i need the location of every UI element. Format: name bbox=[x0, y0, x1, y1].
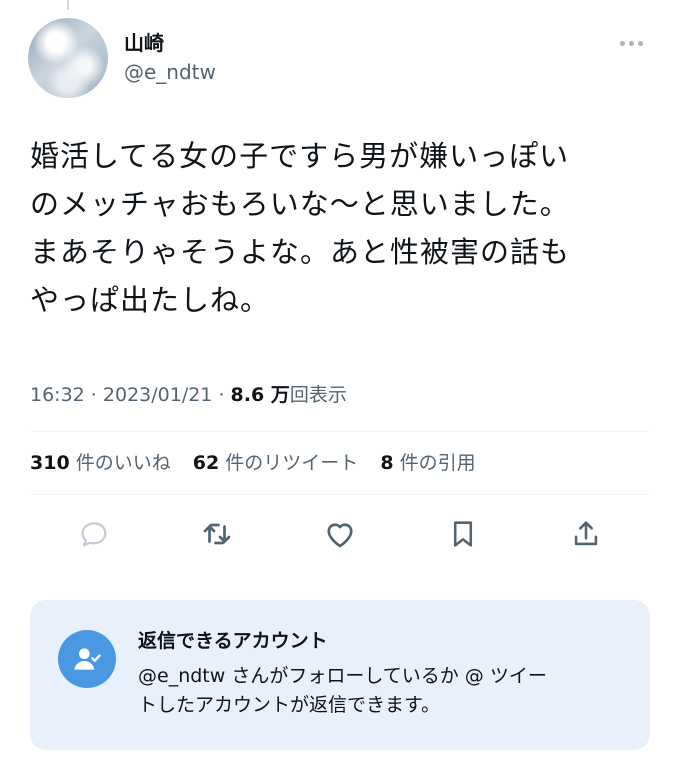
retweets-count: 62 bbox=[192, 452, 220, 474]
bookmark-icon[interactable] bbox=[441, 512, 485, 556]
notice-body-line: @e_ndtw さんがフォローしているか @ ツイー bbox=[138, 665, 547, 687]
more-dot bbox=[629, 40, 634, 46]
tweet-line: のメッチャおもろいな〜と思いました。 bbox=[30, 187, 570, 221]
more-dot bbox=[620, 40, 625, 46]
tweet-meta: 16:32 · 2023/01/21 · 8.6 万回表示 bbox=[30, 382, 347, 408]
display-name[interactable]: 山崎 bbox=[124, 31, 164, 55]
divider bbox=[30, 431, 650, 432]
avatar[interactable] bbox=[28, 18, 108, 98]
user-handle[interactable]: @e_ndtw bbox=[124, 60, 216, 84]
notice-body-line: トしたアカウントが返信できます。 bbox=[138, 694, 441, 716]
tweet-line: 婚活してる女の子ですら男が嫌いっぽい bbox=[30, 139, 570, 173]
notice-title: 返信できるアカウント bbox=[138, 630, 328, 652]
views-label: 回表示 bbox=[289, 384, 347, 406]
tweet-text: 婚活してる女の子ですら男が嫌いっぽい のメッチャおもろいな〜と思いました。 まあ… bbox=[30, 132, 665, 324]
more-dots-icon[interactable] bbox=[620, 34, 650, 52]
tweet-time[interactable]: 16:32 bbox=[30, 384, 85, 406]
retweet-icon[interactable] bbox=[195, 512, 239, 556]
heart-icon[interactable] bbox=[318, 512, 362, 556]
tweet-date[interactable]: 2023/01/21 bbox=[103, 384, 213, 406]
action-bar bbox=[30, 512, 650, 556]
divider bbox=[30, 494, 650, 495]
tweet-line: まあそりゃそうよな。あと性被害の話も bbox=[30, 235, 571, 269]
reply-restriction-notice: 返信できるアカウント @e_ndtw さんがフォローしているか @ ツイー トし… bbox=[30, 600, 650, 750]
share-icon[interactable] bbox=[564, 512, 608, 556]
likes-stat[interactable]: 310 件のいいね bbox=[30, 452, 171, 474]
quotes-stat[interactable]: 8 件の引用 bbox=[380, 452, 475, 474]
quotes-count: 8 bbox=[380, 452, 394, 474]
reply-icon[interactable] bbox=[72, 512, 116, 556]
likes-label: 件のいいね bbox=[75, 452, 171, 474]
retweets-label: 件のリツイート bbox=[225, 452, 359, 474]
engagement-stats: 310 件のいいね 62 件のリツイート 8 件の引用 bbox=[30, 450, 492, 476]
meta-separator: · bbox=[212, 384, 231, 406]
thread-connector-line bbox=[67, 0, 69, 10]
views-count: 8.6 万 bbox=[230, 384, 290, 406]
meta-separator: · bbox=[84, 384, 103, 406]
person-check-icon bbox=[58, 630, 116, 688]
tweet-line: やっぱ出たしね。 bbox=[30, 283, 271, 317]
retweets-stat[interactable]: 62 件のリツイート bbox=[193, 452, 359, 474]
likes-count: 310 bbox=[30, 452, 70, 474]
quotes-label: 件の引用 bbox=[399, 452, 476, 474]
notice-body: @e_ndtw さんがフォローしているか @ ツイー トしたアカウントが返信でき… bbox=[138, 662, 628, 720]
more-dot bbox=[638, 40, 643, 46]
